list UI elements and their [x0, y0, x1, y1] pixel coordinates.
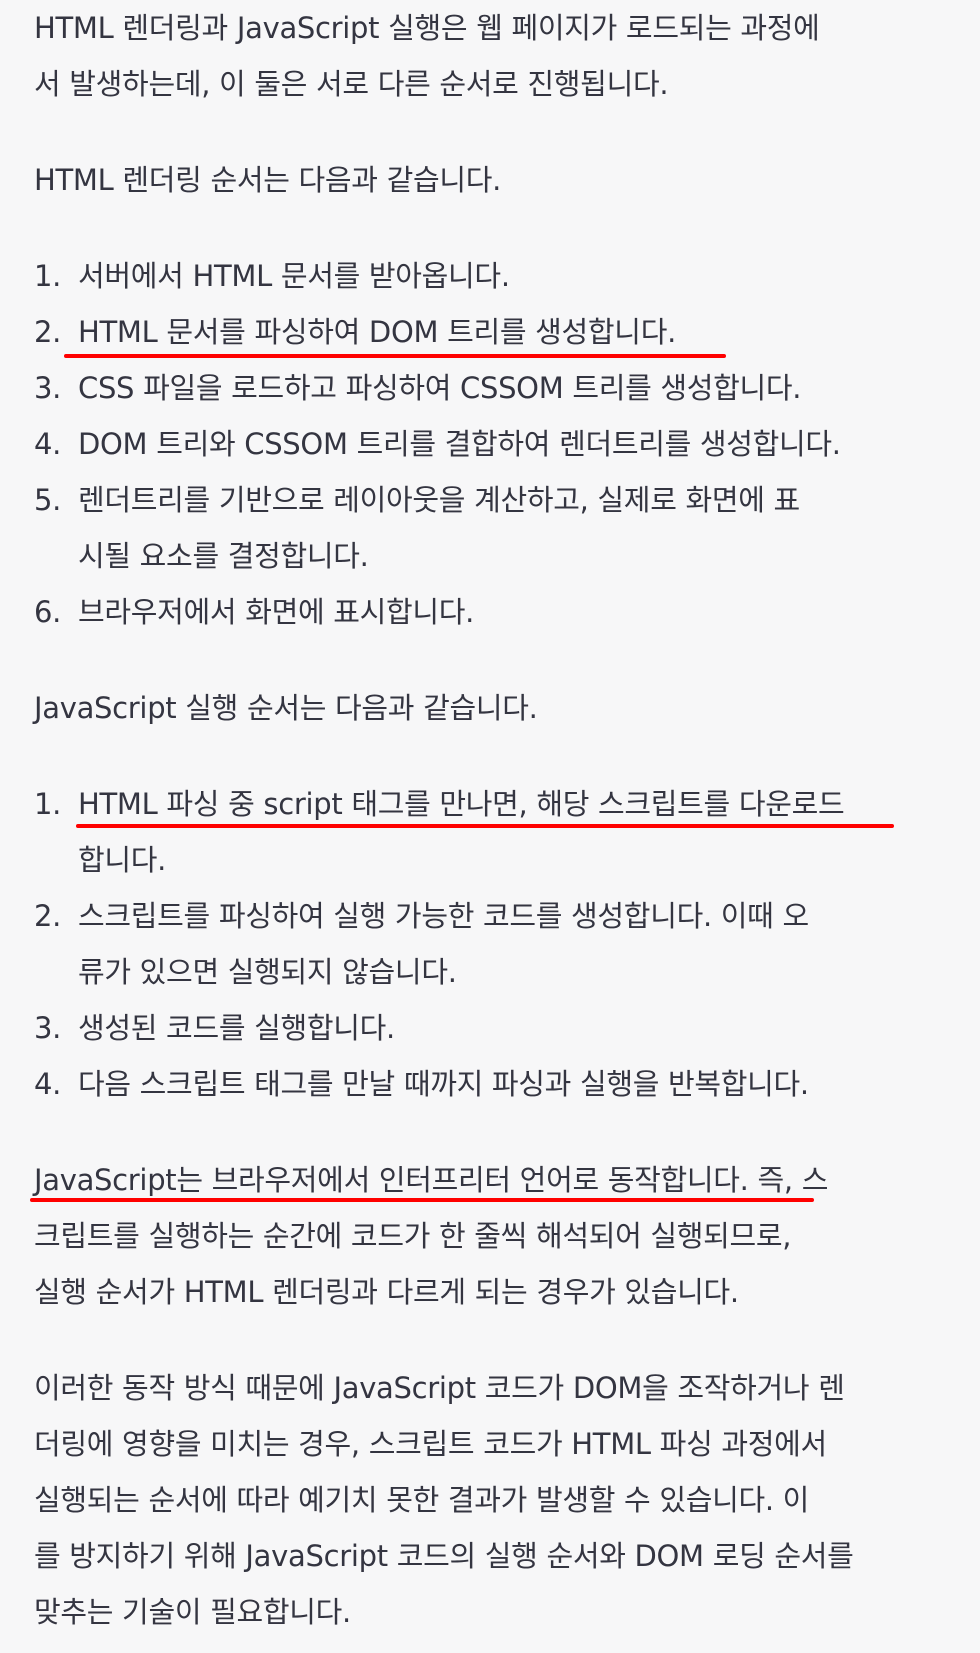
list-item: 5. 렌더트리를 기반으로 레이아웃을 계산하고, 실제로 화면에 표 시될 요…	[34, 472, 964, 584]
list-number: 2.	[34, 899, 62, 933]
list-item-text: 생성된 코드를 실행합니다.	[78, 1011, 395, 1045]
list-item-text-line-2: 류가 있으면 실행되지 않습니다.	[78, 955, 457, 989]
list-item-text: CSS 파일을 로드하고 파싱하여 CSSOM 트리를 생성합니다.	[78, 371, 802, 405]
js-order-list: 1. HTML 파싱 중 script 태그를 만나면, 해당 스크립트를 다운…	[34, 776, 964, 1112]
list-item: 6. 브라우저에서 화면에 표시합니다.	[34, 584, 964, 640]
list-item: 1. HTML 파싱 중 script 태그를 만나면, 해당 스크립트를 다운…	[34, 776, 964, 888]
list-item-text: 브라우저에서 화면에 표시합니다.	[78, 595, 475, 629]
html-order-list: 1. 서버에서 HTML 문서를 받아옵니다. 2. HTML 문서를 파싱하여…	[34, 248, 964, 640]
conclusion-line-3: 실행되는 순서에 따라 예기치 못한 결과가 발생할 수 있습니다. 이	[34, 1483, 810, 1517]
list-item-text-line-1: 렌더트리를 기반으로 레이아웃을 계산하고, 실제로 화면에 표	[78, 483, 800, 517]
list-item: 3. 생성된 코드를 실행합니다.	[34, 1000, 964, 1056]
list-item-text: 다음 스크립트 태그를 만날 때까지 파싱과 실행을 반복합니다.	[78, 1067, 809, 1101]
intro-line-2: 서 발생하는데, 이 둘은 서로 다른 순서로 진행됩니다.	[34, 67, 669, 101]
js-order-heading: JavaScript 실행 순서는 다음과 같습니다.	[34, 691, 538, 725]
list-item-text-line-2: 시될 요소를 결정합니다.	[78, 539, 369, 573]
list-item-text: HTML 문서를 파싱하여 DOM 트리를 생성합니다.	[78, 315, 676, 349]
list-number: 2.	[34, 315, 62, 349]
list-number: 4.	[34, 427, 62, 461]
conclusion-line-4: 를 방지하기 위해 JavaScript 코드의 실행 순서와 DOM 로딩 순…	[34, 1539, 854, 1573]
list-item-text-line-2: 합니다.	[78, 843, 167, 877]
interpreter-highlight-text: JavaScript는 브라우저에서 인터프리터 언어로 동작합니다.	[34, 1163, 749, 1197]
message-content: HTML 렌더링과 JavaScript 실행은 웹 페이지가 로드되는 과정에…	[30, 0, 964, 1640]
list-item-text: DOM 트리와 CSSOM 트리를 결합하여 렌더트리를 생성합니다.	[78, 427, 841, 461]
conclusion-line-2: 더링에 영향을 미치는 경우, 스크립트 코드가 HTML 파싱 과정에서	[34, 1427, 827, 1461]
interpreter-paragraph: JavaScript는 브라우저에서 인터프리터 언어로 동작합니다. 즉, 스…	[30, 1152, 964, 1320]
list-item: 4. 다음 스크립트 태그를 만날 때까지 파싱과 실행을 반복합니다.	[34, 1056, 964, 1112]
list-number: 3.	[34, 1011, 62, 1045]
html-order-heading: HTML 렌더링 순서는 다음과 같습니다.	[34, 163, 502, 197]
interpreter-line-1-rest: 즉, 스	[748, 1163, 829, 1197]
list-number: 1.	[34, 787, 62, 821]
list-item-text-line-1: 스크립트를 파싱하여 실행 가능한 코드를 생성합니다. 이때 오	[78, 899, 809, 933]
intro-paragraph: HTML 렌더링과 JavaScript 실행은 웹 페이지가 로드되는 과정에…	[34, 0, 964, 112]
red-underline-annotation	[30, 1198, 814, 1202]
list-number: 5.	[34, 483, 62, 517]
conclusion-line-1: 이러한 동작 방식 때문에 JavaScript 코드가 DOM을 조작하거나 …	[34, 1371, 845, 1405]
list-item: 2. HTML 문서를 파싱하여 DOM 트리를 생성합니다.	[34, 304, 964, 360]
list-item: 3. CSS 파일을 로드하고 파싱하여 CSSOM 트리를 생성합니다.	[34, 360, 964, 416]
list-item: 4. DOM 트리와 CSSOM 트리를 결합하여 렌더트리를 생성합니다.	[34, 416, 964, 472]
list-item-text-line-1: HTML 파싱 중 script 태그를 만나면, 해당 스크립트를 다운로드	[78, 787, 845, 821]
list-number: 1.	[34, 259, 62, 293]
list-item: 1. 서버에서 HTML 문서를 받아옵니다.	[34, 248, 964, 304]
red-underline-annotation	[76, 824, 894, 828]
interpreter-line-3: 실행 순서가 HTML 렌더링과 다르게 되는 경우가 있습니다.	[34, 1275, 739, 1309]
intro-line-1: HTML 렌더링과 JavaScript 실행은 웹 페이지가 로드되는 과정에	[34, 11, 820, 45]
list-number: 4.	[34, 1067, 62, 1101]
red-underline-annotation	[64, 354, 726, 358]
list-item-text: 서버에서 HTML 문서를 받아옵니다.	[78, 259, 510, 293]
conclusion-paragraph: 이러한 동작 방식 때문에 JavaScript 코드가 DOM을 조작하거나 …	[34, 1360, 964, 1640]
list-item: 2. 스크립트를 파싱하여 실행 가능한 코드를 생성합니다. 이때 오 류가 …	[34, 888, 964, 1000]
interpreter-line-2: 크립트를 실행하는 순간에 코드가 한 줄씩 해석되어 실행되므로,	[34, 1219, 792, 1253]
conclusion-line-5: 맞추는 기술이 필요합니다.	[34, 1595, 351, 1629]
list-number: 6.	[34, 595, 62, 629]
list-number: 3.	[34, 371, 62, 405]
